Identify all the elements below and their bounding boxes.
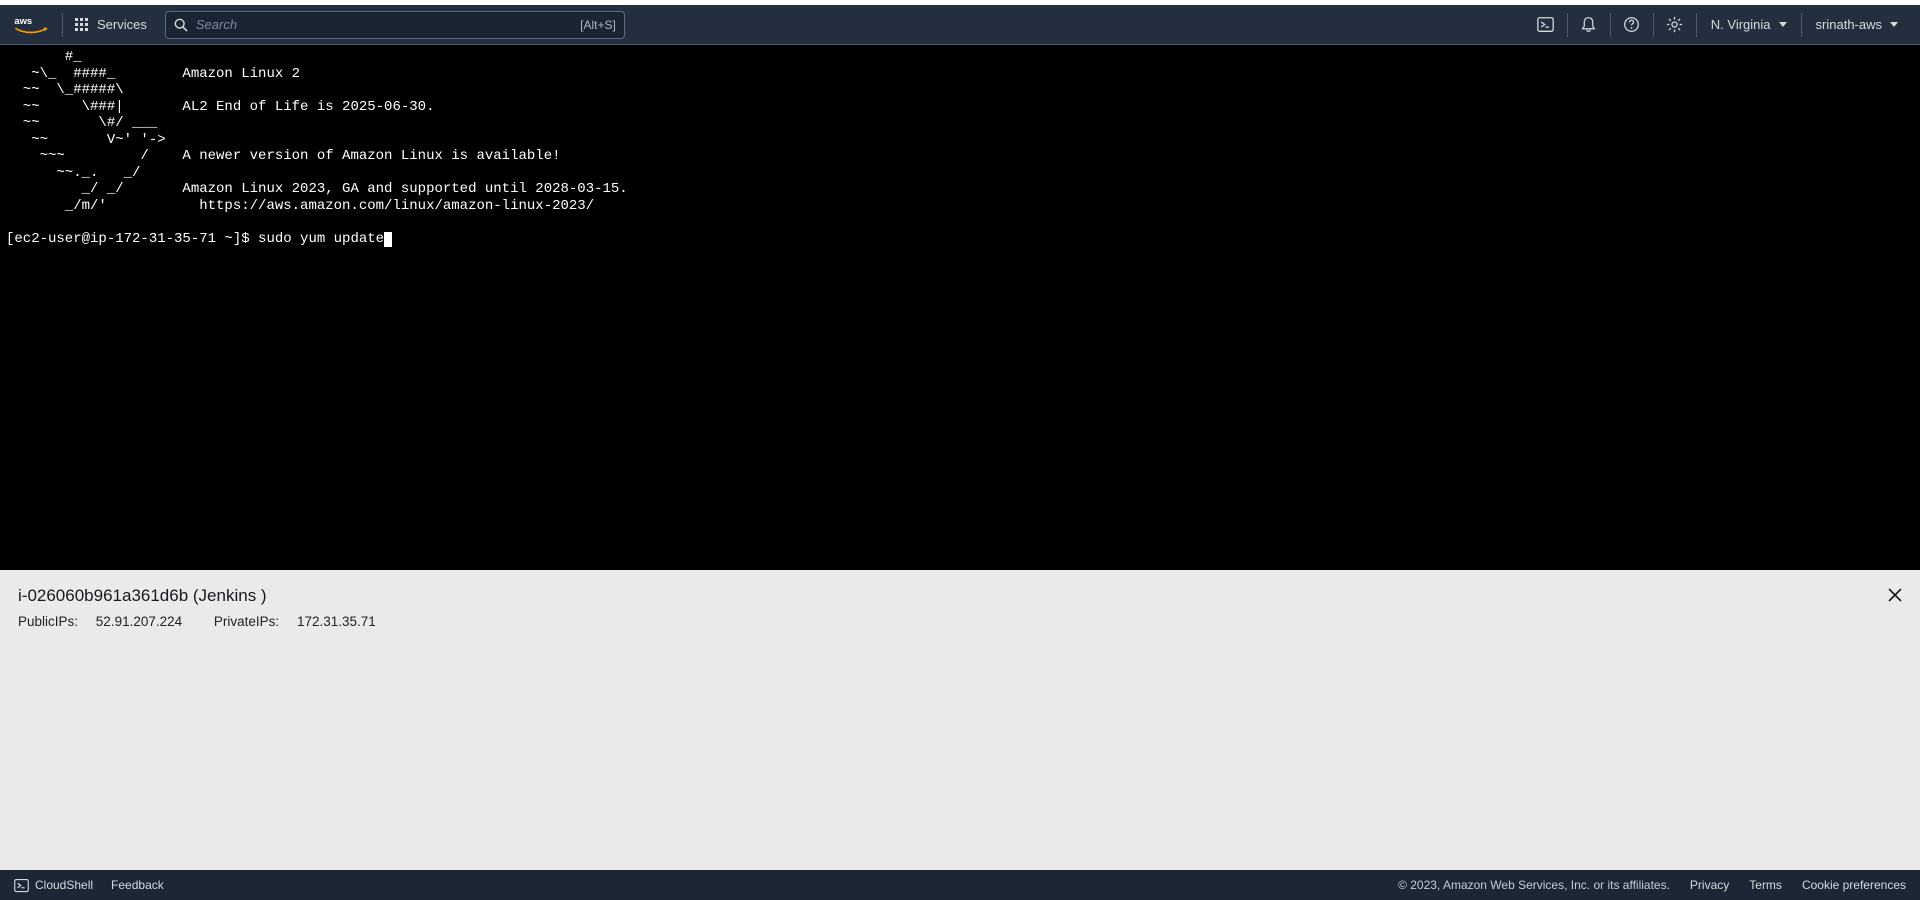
global-search-input[interactable]: Search [Alt+S] — [165, 11, 625, 39]
terminal-command: sudo yum update — [258, 231, 384, 247]
chevron-down-icon — [1890, 22, 1898, 27]
instance-info-panel: i-026060b961a361d6b (Jenkins ) PublicIPs… — [0, 570, 1920, 870]
account-label: srinath-aws — [1816, 17, 1882, 32]
search-icon — [174, 18, 188, 32]
aws-logo[interactable]: aws — [0, 5, 62, 44]
bell-icon — [1580, 16, 1597, 33]
cloudshell-footer-button[interactable]: CloudShell — [14, 878, 93, 893]
aws-footer: CloudShell Feedback © 2023, Amazon Web S… — [0, 870, 1920, 900]
region-label: N. Virginia — [1711, 17, 1771, 32]
cloudshell-footer-label: CloudShell — [35, 878, 93, 892]
services-label: Services — [97, 17, 147, 32]
terminal-cursor — [384, 232, 392, 247]
grid-icon — [75, 18, 89, 32]
chevron-down-icon — [1779, 22, 1787, 27]
search-shortcut-hint: [Alt+S] — [580, 18, 616, 32]
help-icon — [1623, 16, 1640, 33]
public-ip-value: 52.91.207.224 — [96, 614, 182, 629]
close-icon — [1887, 587, 1903, 603]
aws-top-nav: aws Services Search [Alt+S] — [0, 5, 1920, 45]
search-placeholder: Search — [196, 17, 580, 32]
cloudshell-icon — [14, 878, 29, 893]
instance-title: i-026060b961a361d6b (Jenkins ) — [18, 586, 1902, 606]
cloudshell-icon — [1537, 16, 1554, 33]
region-selector[interactable]: N. Virginia — [1697, 5, 1801, 44]
cloudshell-icon-button[interactable] — [1525, 5, 1567, 44]
account-menu[interactable]: srinath-aws — [1802, 5, 1912, 44]
help-button[interactable] — [1611, 5, 1653, 44]
instance-ips: PublicIPs: 52.91.207.224 PrivateIPs: 172… — [18, 614, 1902, 629]
private-ip-value: 172.31.35.71 — [297, 614, 376, 629]
close-panel-button[interactable] — [1884, 584, 1906, 606]
terminal-motd: #_ ~\_ ####_ Amazon Linux 2 ~~ \_#####\ … — [6, 49, 628, 214]
private-ip-label: PrivateIPs: — [214, 614, 279, 629]
terminal-prompt: [ec2-user@ip-172-31-35-71 ~]$ — [6, 231, 258, 247]
gear-icon — [1666, 16, 1683, 33]
services-menu-button[interactable]: Services — [63, 5, 159, 44]
notifications-button[interactable] — [1568, 5, 1610, 44]
svg-text:aws: aws — [14, 15, 32, 26]
cookie-prefs-link[interactable]: Cookie preferences — [1802, 878, 1906, 892]
footer-copyright: © 2023, Amazon Web Services, Inc. or its… — [1398, 878, 1670, 892]
settings-button[interactable] — [1654, 5, 1696, 44]
privacy-link[interactable]: Privacy — [1690, 878, 1729, 892]
feedback-link[interactable]: Feedback — [111, 878, 164, 892]
terms-link[interactable]: Terms — [1749, 878, 1782, 892]
ssh-terminal[interactable]: #_ ~\_ ####_ Amazon Linux 2 ~~ \_#####\ … — [0, 45, 1920, 570]
public-ip-label: PublicIPs: — [18, 614, 78, 629]
